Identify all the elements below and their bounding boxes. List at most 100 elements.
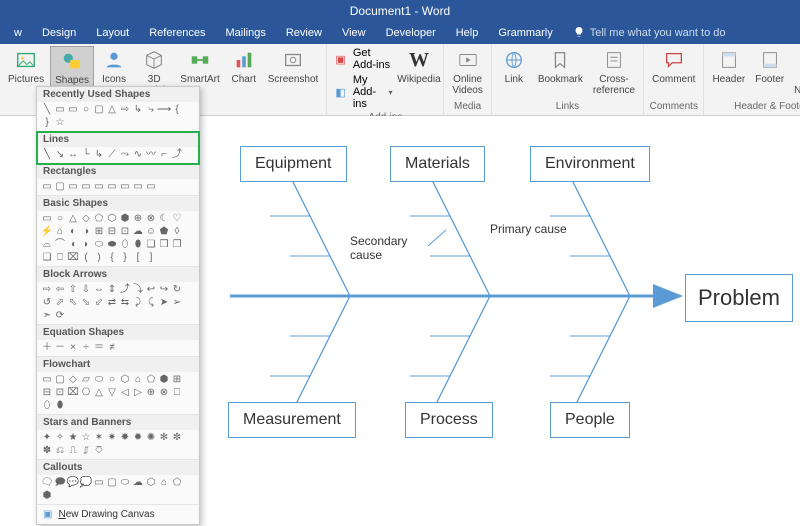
- shape-fc[interactable]: ⊕: [145, 387, 157, 399]
- shape-banner[interactable]: ⎏: [93, 445, 105, 457]
- shape-connector[interactable]: ⟶: [158, 104, 170, 116]
- shape-basic[interactable]: ♡: [171, 213, 183, 225]
- shape-basic[interactable]: ⊡: [119, 226, 131, 238]
- shape-basic[interactable]: ◖: [67, 239, 79, 251]
- shape-arrow[interactable]: ⇨: [41, 284, 53, 296]
- shape-callout[interactable]: ⌂: [158, 477, 170, 489]
- shape-fc[interactable]: ⬮: [54, 400, 66, 412]
- shape-star[interactable]: ✷: [106, 432, 118, 444]
- shape-basic[interactable]: ❒: [158, 239, 170, 251]
- shape-connector[interactable]: ⤷: [145, 104, 157, 116]
- shape-fc[interactable]: ▽: [106, 387, 118, 399]
- shape-basic[interactable]: △: [67, 213, 79, 225]
- box-environment[interactable]: Environment: [530, 146, 650, 182]
- shape-banner[interactable]: ⎍: [67, 445, 79, 457]
- shape-eq[interactable]: ×: [67, 342, 79, 354]
- shape-basic[interactable]: ⌧: [67, 252, 79, 264]
- shape-callout[interactable]: 💭: [80, 477, 92, 489]
- shape-callout[interactable]: ⬡: [145, 477, 157, 489]
- shape-basic[interactable]: ◇: [80, 213, 92, 225]
- shape-basic[interactable]: ◊: [171, 226, 183, 238]
- shape-basic[interactable]: ⬮: [132, 239, 144, 251]
- shape-freeform[interactable]: ∿: [132, 149, 144, 161]
- tab-mailings[interactable]: Mailings: [216, 22, 276, 44]
- chart-button[interactable]: Chart: [226, 46, 262, 87]
- shape-callout[interactable]: 🗩: [54, 477, 66, 489]
- shape-basic[interactable]: ⌒: [54, 239, 66, 251]
- shape-basic[interactable]: ⬬: [106, 239, 118, 251]
- shape-callout[interactable]: ▢: [106, 477, 118, 489]
- shape-connector[interactable]: ↳: [132, 104, 144, 116]
- shape-fc[interactable]: ◇: [67, 374, 79, 386]
- pagenum-button[interactable]: # Page Number: [790, 46, 800, 98]
- shape-scribble[interactable]: 〰: [145, 149, 157, 161]
- tab-help[interactable]: Help: [446, 22, 489, 44]
- shape-brace[interactable]: {: [171, 104, 183, 116]
- shape-rectangle[interactable]: ▭: [54, 104, 66, 116]
- shape-basic[interactable]: ⚡: [41, 226, 53, 238]
- shape-arrow[interactable]: ⇔: [93, 284, 105, 296]
- shape-rect[interactable]: ▢: [54, 181, 66, 193]
- tab-review[interactable]: Review: [276, 22, 332, 44]
- shape-fc[interactable]: ⊗: [158, 387, 170, 399]
- shape-fc[interactable]: ▢: [54, 374, 66, 386]
- shape-line-arrow[interactable]: ↘: [54, 149, 66, 161]
- tab-view[interactable]: View: [332, 22, 376, 44]
- comment-button[interactable]: Comment: [648, 46, 699, 87]
- shape-banner[interactable]: ⎎: [80, 445, 92, 457]
- shape-basic[interactable]: ◗: [80, 239, 92, 251]
- shape-callout[interactable]: 💬: [67, 477, 79, 489]
- my-addins-button[interactable]: ◧ My Add-ins ▾: [331, 73, 396, 111]
- shape-basic[interactable]: [: [132, 252, 144, 264]
- shape-basic[interactable]: ◑: [80, 226, 92, 238]
- bookmark-button[interactable]: Bookmark: [534, 46, 587, 87]
- tab-w[interactable]: w: [4, 22, 32, 44]
- shape-basic[interactable]: ⬠: [93, 213, 105, 225]
- shape-line[interactable]: ╲: [41, 149, 53, 161]
- shape-rect[interactable]: ▭: [106, 181, 118, 193]
- shape-arrow[interactable]: ➤: [158, 297, 170, 309]
- shape-elbow[interactable]: └: [80, 149, 92, 161]
- shape-basic[interactable]: ): [93, 252, 105, 264]
- footer-button[interactable]: Footer: [751, 46, 788, 87]
- shape-curve[interactable]: ⟋: [106, 149, 118, 161]
- box-people[interactable]: People: [550, 402, 630, 438]
- shape-arrow[interactable]: ⇆: [119, 297, 131, 309]
- shape-star[interactable]: ✸: [119, 432, 131, 444]
- shape-oval[interactable]: ○: [80, 104, 92, 116]
- shape-star[interactable]: ✹: [132, 432, 144, 444]
- shape-callout[interactable]: ☁: [132, 477, 144, 489]
- shape-rectangle[interactable]: ▭: [67, 104, 79, 116]
- shape-arrow[interactable]: ⬃: [93, 297, 105, 309]
- shape-star[interactable]: ☆: [54, 117, 66, 129]
- shape-rect[interactable]: ▭: [93, 181, 105, 193]
- shape-arrow[interactable]: ⬂: [80, 297, 92, 309]
- shape-arrow[interactable]: ⇩: [80, 284, 92, 296]
- shape-basic[interactable]: ⊟: [106, 226, 118, 238]
- shape-arrow[interactable]: ⬀: [54, 297, 66, 309]
- shape-arrow[interactable]: ↻: [171, 284, 183, 296]
- get-addins-button[interactable]: ▣ Get Add-ins: [331, 46, 396, 72]
- shape-basic[interactable]: ⬡: [106, 213, 118, 225]
- pictures-button[interactable]: Pictures: [4, 46, 48, 87]
- shape-fc[interactable]: △: [93, 387, 105, 399]
- tab-references[interactable]: References: [139, 22, 215, 44]
- shape-arrow[interactable]: ⤵: [132, 284, 144, 296]
- shape-fc[interactable]: ⬡: [119, 374, 131, 386]
- shape-star[interactable]: ☆: [80, 432, 92, 444]
- shape-basic[interactable]: ⬯: [119, 239, 131, 251]
- shape-fc[interactable]: ⌧: [67, 387, 79, 399]
- shape-callout[interactable]: ⬢: [41, 490, 53, 502]
- shape-fc[interactable]: ⬢: [158, 374, 170, 386]
- shape-arrow[interactable]: ➢: [171, 297, 183, 309]
- shape-callout[interactable]: ⬠: [171, 477, 183, 489]
- tab-developer[interactable]: Developer: [376, 22, 446, 44]
- shape-fc[interactable]: ▭: [41, 374, 53, 386]
- shape-basic[interactable]: ⎕: [54, 252, 66, 264]
- shape-arrow[interactable]: ➣: [41, 310, 53, 322]
- shape-basic[interactable]: {: [106, 252, 118, 264]
- tell-me-search[interactable]: Tell me what you want to do: [573, 22, 726, 44]
- label-primary-cause[interactable]: Primary cause: [490, 222, 567, 236]
- label-secondary-cause[interactable]: Secondary cause: [350, 234, 407, 262]
- shape-arrow[interactable]: ↺: [41, 297, 53, 309]
